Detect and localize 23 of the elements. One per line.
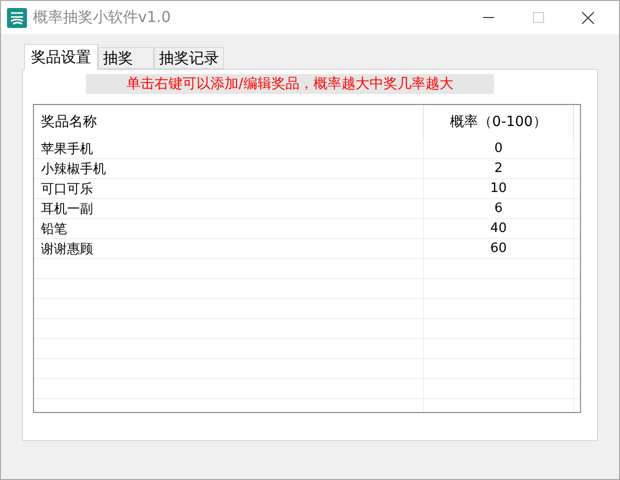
tab[interactable]: 奖品设置 <box>24 44 98 70</box>
minimize-icon <box>482 17 494 18</box>
table-cell: 小辣椒手机 <box>34 159 424 178</box>
table-cell: 谢谢惠顾 <box>34 239 424 258</box>
tab[interactable]: 抽奖记录 <box>154 47 224 69</box>
table-cell: 苹果手机 <box>34 139 424 158</box>
table-cell: 耳机一副 <box>34 199 424 218</box>
close-icon <box>582 12 594 24</box>
app-logo-icon <box>7 8 27 28</box>
window-title: 概率抽奖小软件v1.0 <box>33 8 172 27</box>
table-cell: 60 <box>424 239 574 258</box>
hint-text: 单击右键可以添加/编辑奖品，概率越大中奖几率越大 <box>86 74 494 94</box>
table-cell: 2 <box>424 159 574 178</box>
column-header[interactable]: 概率（0-100） <box>424 105 574 139</box>
table-cell: 40 <box>424 219 574 238</box>
table-cell: 铅笔 <box>34 219 424 238</box>
column-header[interactable]: 奖品名称 <box>34 105 424 139</box>
table-cell: 10 <box>424 179 574 198</box>
table-cell: 可口可乐 <box>34 179 424 198</box>
maximize-icon <box>532 12 544 23</box>
table-cell: 0 <box>424 139 574 158</box>
tab[interactable]: 抽奖 <box>98 47 154 69</box>
table-cell: 6 <box>424 199 574 218</box>
